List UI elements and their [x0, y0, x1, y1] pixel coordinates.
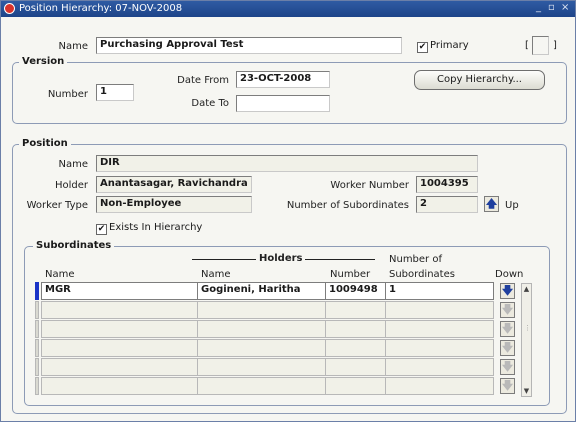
row-indicator[interactable]: [35, 358, 39, 376]
col-header-number: Number: [330, 269, 371, 280]
arrow-up-icon: 🡅: [485, 197, 498, 210]
arrow-down-icon: 🡇: [501, 322, 514, 335]
up-button[interactable]: 🡅: [484, 196, 499, 212]
date-to-label: Date To: [191, 98, 229, 109]
oracle-icon: [4, 3, 15, 14]
arrow-down-icon: 🡇: [501, 341, 514, 354]
primary-label: Primary: [430, 40, 469, 51]
position-name-field[interactable]: DIR: [96, 155, 478, 172]
title-bar: Position Hierarchy: 07-NOV-2008 _ ▫ ×: [1, 1, 575, 17]
worker-type-field[interactable]: Non-Employee: [96, 196, 252, 213]
table-cell-subordinates[interactable]: [385, 377, 494, 395]
subordinates-title: Subordinates: [33, 240, 115, 251]
exists-in-hierarchy-label: Exists In Hierarchy: [109, 222, 203, 233]
table-cell-subordinates[interactable]: [385, 358, 494, 376]
version-number-field[interactable]: 1: [96, 84, 134, 101]
table-cell-holder[interactable]: Gogineni, Haritha: [197, 282, 326, 300]
copy-hierarchy-button[interactable]: Copy Hierarchy...: [414, 70, 545, 90]
holder-label: Holder: [54, 180, 88, 191]
table-cell-number[interactable]: [325, 320, 386, 338]
holders-rule-left: [192, 259, 256, 260]
down-button[interactable]: 🡇: [500, 378, 515, 394]
table-cell-number[interactable]: [325, 301, 386, 319]
exists-in-hierarchy-checkbox[interactable]: ✔ Exists In Hierarchy: [96, 222, 202, 235]
table-cell-subordinates[interactable]: [385, 320, 494, 338]
table-cell-name[interactable]: [41, 358, 198, 376]
col-header-subordinates-line2: Subordinates: [389, 269, 455, 280]
subordinates-scrollbar[interactable]: ▲ ⋮ ▼: [521, 283, 532, 397]
row-indicator[interactable]: [35, 377, 39, 395]
table-cell-name[interactable]: [41, 339, 198, 357]
version-title: Version: [19, 56, 68, 67]
version-number-label: Number: [47, 89, 88, 100]
position-name-label: Name: [58, 159, 88, 170]
minimize-button[interactable]: _: [536, 2, 541, 13]
number-of-subordinates-label: Number of Subordinates: [286, 200, 409, 211]
table-cell-name[interactable]: MGR: [41, 282, 198, 300]
table-cell-name[interactable]: [41, 320, 198, 338]
position-title: Position: [19, 138, 71, 149]
table-cell-holder[interactable]: [197, 320, 326, 338]
arrow-down-icon: 🡇: [501, 360, 514, 373]
table-cell-number[interactable]: [325, 339, 386, 357]
down-button[interactable]: 🡇: [500, 321, 515, 337]
row-indicator-current[interactable]: [35, 282, 39, 300]
col-header-name: Name: [45, 269, 75, 280]
up-label: Up: [505, 200, 519, 211]
scroll-down-icon[interactable]: ▼: [522, 386, 531, 396]
row-indicator[interactable]: [35, 320, 39, 338]
window-title: Position Hierarchy: 07-NOV-2008: [19, 3, 183, 14]
scroll-up-icon[interactable]: ▲: [522, 284, 531, 294]
holders-group-label: Holders: [259, 253, 303, 264]
table-cell-name[interactable]: [41, 377, 198, 395]
descriptive-flexfield[interactable]: [532, 36, 549, 55]
bracket-left: [: [525, 40, 529, 51]
down-button[interactable]: 🡇: [500, 359, 515, 375]
hierarchy-name-field[interactable]: Purchasing Approval Test: [96, 37, 402, 54]
close-button[interactable]: ×: [561, 2, 569, 13]
holders-rule-right: [305, 259, 375, 260]
holder-field[interactable]: Anantasagar, Ravichandra R: [96, 176, 252, 193]
restore-button[interactable]: ▫: [548, 2, 555, 13]
table-cell-name[interactable]: [41, 301, 198, 319]
number-of-subordinates-field[interactable]: 2: [416, 196, 478, 213]
col-header-holder-name: Name: [201, 269, 231, 280]
primary-checkbox[interactable]: ✔ Primary: [417, 40, 469, 53]
table-cell-holder[interactable]: [197, 339, 326, 357]
hierarchy-name-label: Name: [58, 41, 88, 52]
check-icon: ✔: [417, 42, 428, 53]
arrow-down-icon: 🡇: [501, 379, 514, 392]
row-indicator[interactable]: [35, 301, 39, 319]
table-cell-number[interactable]: [325, 377, 386, 395]
down-button[interactable]: 🡇: [500, 302, 515, 318]
arrow-down-icon: 🡇: [501, 303, 514, 316]
worker-number-field[interactable]: 1004395: [416, 176, 478, 193]
arrow-down-icon: 🡇: [501, 284, 514, 297]
table-cell-holder[interactable]: [197, 358, 326, 376]
bracket-right: ]: [553, 40, 557, 51]
worker-number-label: Worker Number: [330, 180, 409, 191]
table-cell-subordinates[interactable]: [385, 301, 494, 319]
down-button[interactable]: 🡇: [500, 340, 515, 356]
col-header-down: Down: [495, 269, 524, 280]
col-header-subordinates-line1: Number of: [389, 254, 442, 265]
worker-type-label: Worker Type: [26, 200, 88, 211]
date-to-field[interactable]: [236, 95, 330, 112]
table-cell-holder[interactable]: [197, 301, 326, 319]
position-hierarchy-window: Position Hierarchy: 07-NOV-2008 _ ▫ × Na…: [0, 0, 576, 422]
date-from-field[interactable]: 23-OCT-2008: [236, 71, 330, 88]
table-cell-holder[interactable]: [197, 377, 326, 395]
table-cell-subordinates[interactable]: [385, 339, 494, 357]
scroll-thumb[interactable]: ⋮: [524, 324, 531, 344]
table-cell-number[interactable]: 1009498: [325, 282, 386, 300]
table-cell-number[interactable]: [325, 358, 386, 376]
date-from-label: Date From: [177, 75, 229, 86]
table-cell-subordinates[interactable]: 1: [385, 282, 494, 300]
row-indicator[interactable]: [35, 339, 39, 357]
down-button[interactable]: 🡇: [500, 283, 515, 299]
check-icon: ✔: [96, 224, 107, 235]
